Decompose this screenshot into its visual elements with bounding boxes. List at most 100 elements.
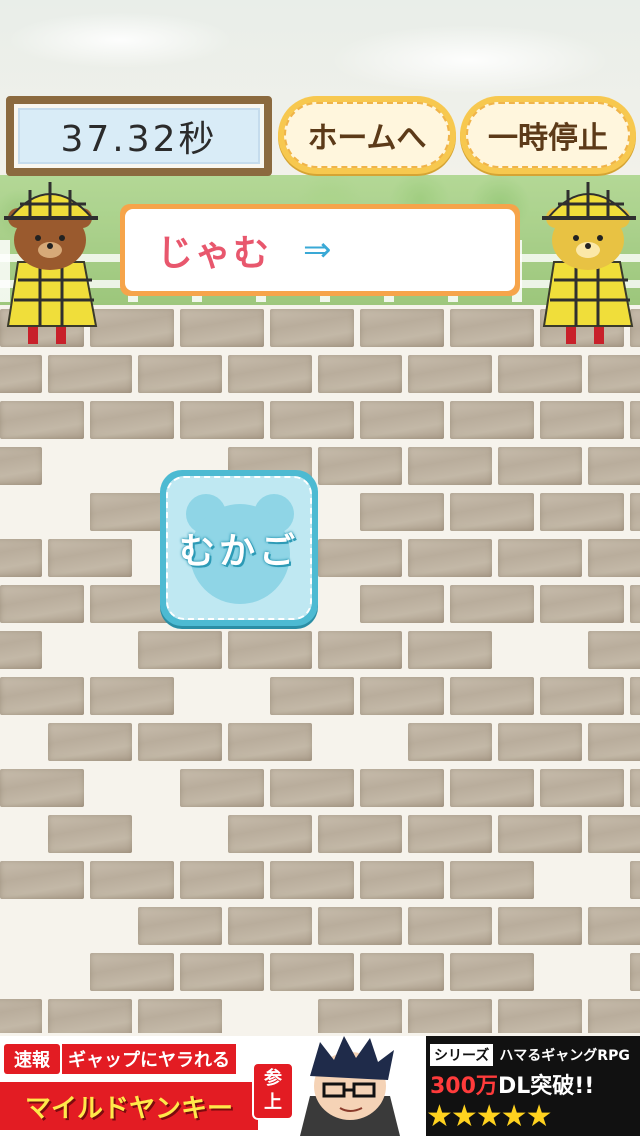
ad-title: マイルドヤンキー (0, 1082, 258, 1130)
brick (408, 355, 492, 393)
brick (270, 309, 354, 347)
timer-panel: 37.32秒 (6, 96, 272, 176)
brick (630, 585, 640, 623)
word-tile-text: むかご (178, 531, 299, 572)
brick (180, 309, 264, 347)
brick (360, 585, 444, 623)
brick (0, 677, 84, 715)
brick (360, 861, 444, 899)
brick (450, 953, 534, 991)
brick (588, 539, 640, 577)
ad-tag: 速報 (4, 1044, 60, 1074)
ad-banner[interactable]: 速報 ギャップにヤラれる マイルドヤンキー 参 上 シリーズ ハマるギャングRP… (0, 1036, 640, 1136)
arrow-icon: ⇒ (303, 230, 332, 270)
brick (408, 723, 492, 761)
home-button[interactable]: ホームへ (278, 96, 456, 174)
brick (138, 723, 222, 761)
brick (0, 585, 84, 623)
brick (630, 861, 640, 899)
ad-right-panel: シリーズ ハマるギャングRPG 300万DL突破!! ★★★★★ (426, 1036, 640, 1136)
brick (138, 355, 222, 393)
home-button-label: ホームへ (284, 102, 450, 168)
brick (138, 999, 222, 1033)
pause-button[interactable]: 一時停止 (460, 96, 636, 174)
word-tile-inner: むかご (166, 476, 312, 620)
brick (450, 309, 534, 347)
brick (588, 999, 640, 1033)
ad-count-text: DL突破!! (497, 1074, 595, 1099)
brick (450, 677, 534, 715)
brick (0, 355, 42, 393)
brick (318, 631, 402, 669)
brick (270, 953, 354, 991)
brick (588, 447, 640, 485)
brick (270, 677, 354, 715)
timer-value: 37.32秒 (18, 108, 260, 164)
brick (270, 769, 354, 807)
brick (540, 677, 624, 715)
brick (450, 769, 534, 807)
brick (318, 355, 402, 393)
brick (48, 723, 132, 761)
brick (498, 723, 582, 761)
brick (588, 723, 640, 761)
brick-wall (0, 303, 640, 1033)
brick (48, 999, 132, 1033)
brick (180, 861, 264, 899)
ad-stars-rating: ★★★★★ (426, 1099, 552, 1134)
brick (630, 769, 640, 807)
brick (180, 401, 264, 439)
brick (408, 631, 492, 669)
brick (228, 907, 312, 945)
brick (180, 953, 264, 991)
brick (588, 631, 640, 669)
ad-left-panel: 速報 ギャップにヤラれる マイルドヤンキー (0, 1036, 270, 1136)
brick (498, 447, 582, 485)
target-word-card: じゃむ ⇒ (120, 204, 520, 296)
brick (498, 907, 582, 945)
brick (48, 815, 132, 853)
brick (0, 631, 42, 669)
brick (630, 493, 640, 531)
detective-bear-brown-icon (4, 182, 98, 344)
brick (48, 539, 132, 577)
brick (630, 401, 640, 439)
brick (228, 355, 312, 393)
brick (0, 861, 84, 899)
brick (318, 999, 402, 1033)
brick (360, 401, 444, 439)
brick (318, 447, 402, 485)
ad-character-art (270, 1036, 430, 1136)
brick (408, 815, 492, 853)
brick (408, 447, 492, 485)
brick (0, 769, 84, 807)
brick (0, 401, 84, 439)
brick (540, 769, 624, 807)
detective-bear-yellow-icon (542, 182, 636, 344)
target-word-card-inner: じゃむ ⇒ (125, 209, 515, 291)
ad-badge: 参 上 (252, 1062, 294, 1120)
brick (48, 355, 132, 393)
word-tile[interactable]: むかご (160, 470, 318, 626)
brick (360, 493, 444, 531)
brick (228, 815, 312, 853)
glasses-character-icon (300, 1036, 400, 1136)
pause-button-label: 一時停止 (466, 102, 630, 168)
brick (588, 907, 640, 945)
brick (228, 631, 312, 669)
ad-series: シリーズ ハマるギャングRPG (430, 1044, 630, 1066)
brick (90, 677, 174, 715)
brick (270, 861, 354, 899)
brick (540, 585, 624, 623)
brick (540, 401, 624, 439)
brick (360, 769, 444, 807)
brick (180, 769, 264, 807)
brick (450, 493, 534, 531)
ad-headline: ギャップにヤラれる (62, 1044, 236, 1074)
target-word: じゃむ (157, 233, 272, 274)
brick (138, 907, 222, 945)
brick (360, 677, 444, 715)
brick (90, 953, 174, 991)
ad-series-text: ハマるギャングRPG (499, 1048, 630, 1064)
brick (138, 631, 222, 669)
